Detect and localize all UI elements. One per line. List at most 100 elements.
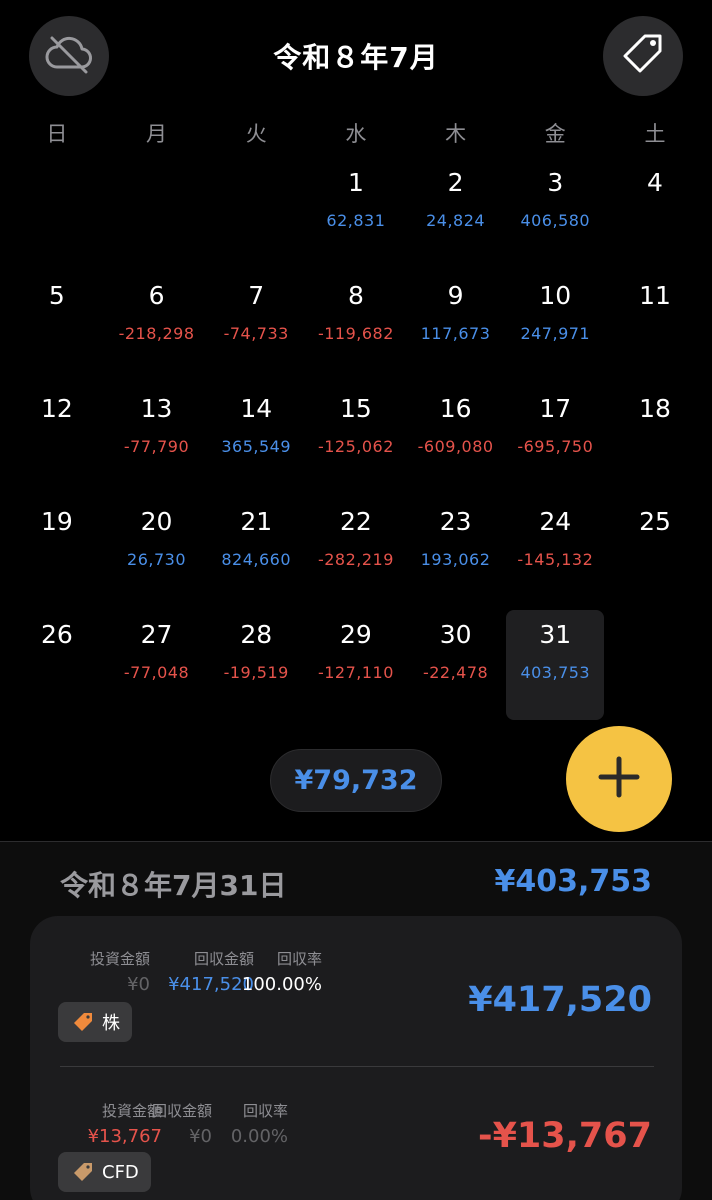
day-amount: -282,219 xyxy=(317,550,394,569)
day-cell-21[interactable]: 21 824,660 xyxy=(206,499,306,612)
day-amount: -22,478 xyxy=(422,663,489,682)
day-cell-23[interactable]: 23 193,062 xyxy=(406,499,506,612)
rate-label: 回収率 xyxy=(242,1102,288,1120)
day-number: 8 xyxy=(347,281,364,310)
calendar-week: 5 6 -218,298 7 -74,733 8 -119,682 9 117,673 10 247… xyxy=(7,273,705,386)
day-cell-25[interactable]: 25 xyxy=(605,499,705,612)
day-number: 24 xyxy=(539,507,572,536)
day-number: 30 xyxy=(439,620,472,649)
tags-button[interactable] xyxy=(603,16,683,96)
day-cell-3[interactable]: 3 406,580 xyxy=(505,160,605,273)
weekday-wed: 水 xyxy=(345,122,367,146)
entry-divider xyxy=(60,1066,654,1067)
calendar-week: 19 20 26,730 21 824,660 22 -282,219 23 193,062 24… xyxy=(7,499,705,612)
day-amount: -609,080 xyxy=(417,437,494,456)
category-tag[interactable]: CFD xyxy=(58,1152,151,1192)
entry-item[interactable]: 投資金額 ¥0 回収金額 ¥417,520 回収率 100.00% ¥417,5… xyxy=(30,948,682,1058)
day-number: 22 xyxy=(340,507,372,536)
day-amount: 193,062 xyxy=(420,550,491,569)
day-cell-28[interactable]: 28 -19,519 xyxy=(206,612,306,725)
top-bar: 令和８年7月 xyxy=(0,0,712,110)
day-number: 29 xyxy=(340,620,372,649)
category-tag[interactable]: 株 xyxy=(58,1002,132,1042)
selected-date: 令和８年7月31日 xyxy=(60,869,287,902)
entry-item[interactable]: 投資金額 ¥13,767 回収金額 ¥0 回収率 0.00% -¥13,767 … xyxy=(30,1100,682,1200)
weekday-fri: 金 xyxy=(544,122,566,146)
day-number: 14 xyxy=(240,394,273,423)
month-total-pill[interactable]: ¥79,732 xyxy=(270,749,442,812)
day-amount: 24,824 xyxy=(426,211,486,230)
day-cell-19[interactable]: 19 xyxy=(7,499,107,612)
day-number: 9 xyxy=(447,281,464,310)
day-cell-8[interactable]: 8 -119,682 xyxy=(306,273,406,386)
rate-value: 0.00% xyxy=(230,1126,288,1147)
calendar-week: 26 27 -77,048 28 -19,519 29 -127,110 30 -22,478 3… xyxy=(7,610,705,725)
calendar-week: 1 62,831 2 24,824 3 406,580 4 xyxy=(7,160,705,273)
day-cell-16[interactable]: 16 -609,080 xyxy=(406,386,506,499)
day-number: 17 xyxy=(539,394,572,423)
day-number: 2 xyxy=(447,168,464,197)
day-number: 19 xyxy=(40,507,73,536)
day-amount: -125,062 xyxy=(317,437,394,456)
day-cell-10[interactable]: 10 247,971 xyxy=(505,273,605,386)
day-amount: -218,298 xyxy=(118,324,195,343)
day-number: 20 xyxy=(140,507,173,536)
day-amount: 824,660 xyxy=(221,550,292,569)
day-cell-14[interactable]: 14 365,549 xyxy=(206,386,306,499)
day-cell-4[interactable]: 4 xyxy=(605,160,705,273)
day-amount: 26,730 xyxy=(127,550,187,569)
day-cell-31[interactable]: 31 403,753 xyxy=(505,610,605,725)
calendar-grid: 1 62,831 2 24,824 3 406,580 4 5 6 -218,298 7 -74,73… xyxy=(7,160,705,725)
day-cell-2[interactable]: 2 24,824 xyxy=(406,160,506,273)
weekday-tue: 火 xyxy=(245,122,267,146)
day-cell-18[interactable]: 18 xyxy=(605,386,705,499)
day-number: 28 xyxy=(240,620,273,649)
day-cell-1[interactable]: 1 62,831 xyxy=(306,160,406,273)
day-cell-22[interactable]: 22 -282,219 xyxy=(306,499,406,612)
day-number: 10 xyxy=(539,281,572,310)
day-cell-30[interactable]: 30 -22,478 xyxy=(406,612,506,725)
day-number: 18 xyxy=(639,394,671,423)
day-amount: -74,733 xyxy=(223,324,289,343)
day-amount: -127,110 xyxy=(317,663,394,682)
day-amount: -77,790 xyxy=(123,437,190,456)
day-number: 1 xyxy=(347,168,364,197)
day-number: 6 xyxy=(148,281,165,310)
day-cell-9[interactable]: 9 117,673 xyxy=(406,273,506,386)
empty-day-cell xyxy=(7,160,107,273)
day-cell-17[interactable]: 17 -695,750 xyxy=(505,386,605,499)
day-amount: -119,682 xyxy=(317,324,394,343)
day-cell-5[interactable]: 5 xyxy=(7,273,107,386)
tag-icon xyxy=(620,31,666,81)
day-cell-26[interactable]: 26 xyxy=(7,612,107,725)
category-tag-label: CFD xyxy=(102,1161,139,1183)
return-label: 回収金額 xyxy=(151,1102,212,1120)
empty-day-cell xyxy=(206,160,306,273)
day-cell-24[interactable]: 24 -145,132 xyxy=(505,499,605,612)
weekday-thu: 木 xyxy=(445,122,467,146)
day-number: 23 xyxy=(439,507,472,536)
day-number: 12 xyxy=(40,394,73,423)
empty-day-cell xyxy=(605,612,705,725)
day-number: 13 xyxy=(140,394,173,423)
day-number: 16 xyxy=(439,394,472,423)
add-entry-button[interactable] xyxy=(566,726,672,832)
entry-amount: -¥13,767 xyxy=(478,1116,652,1156)
day-amount: 365,549 xyxy=(221,437,292,456)
day-number: 3 xyxy=(547,168,564,197)
day-cell-29[interactable]: 29 -127,110 xyxy=(306,612,406,725)
weekday-header: 日 月 火 水 木 金 土 xyxy=(7,118,705,148)
day-cell-7[interactable]: 7 -74,733 xyxy=(206,273,306,386)
plus-icon xyxy=(597,755,641,803)
day-cell-27[interactable]: 27 -77,048 xyxy=(107,612,207,725)
day-cell-11[interactable]: 11 xyxy=(605,273,705,386)
rate-column: 回収率 0.00% xyxy=(224,1100,288,1147)
day-cell-6[interactable]: 6 -218,298 xyxy=(107,273,207,386)
day-number: 31 xyxy=(539,620,572,649)
day-cell-13[interactable]: 13 -77,790 xyxy=(107,386,207,499)
selected-date-total: ¥403,753 xyxy=(494,864,652,899)
return-value: ¥0 xyxy=(189,1126,212,1147)
day-cell-12[interactable]: 12 xyxy=(7,386,107,499)
day-cell-15[interactable]: 15 -125,062 xyxy=(306,386,406,499)
day-cell-20[interactable]: 20 26,730 xyxy=(107,499,207,612)
